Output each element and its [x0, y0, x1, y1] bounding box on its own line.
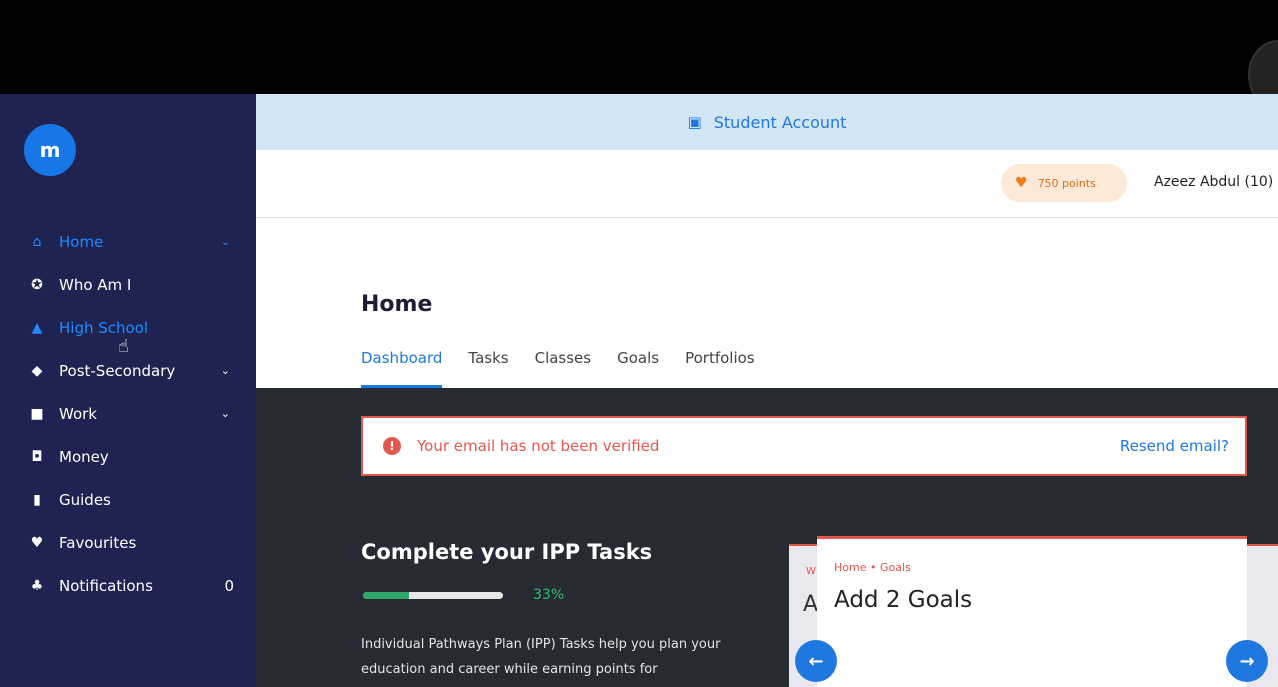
sidebar-item-label: Work	[59, 404, 97, 423]
carousel-next-button[interactable]: →	[1226, 640, 1268, 682]
user-bar: ♥ 750 points Azeez Abdul (10)	[256, 150, 1278, 218]
bell-icon: ♣	[30, 577, 44, 594]
ipp-tasks-title: Complete your IPP Tasks	[361, 540, 653, 564]
chevron-down-icon[interactable]: ⌄	[221, 364, 230, 377]
sidebar-item-notifications[interactable]: ♣ Notifications 0	[0, 564, 256, 607]
hand-cursor-icon: ☝	[118, 336, 129, 357]
briefcase-icon: ■	[30, 405, 44, 422]
points-label: 750 points	[1037, 176, 1096, 190]
sidebar-item-label: High School	[59, 318, 149, 337]
sidebar-item-home[interactable]: ⌂ Home ⌄	[0, 220, 256, 263]
email-verification-alert: ! Your email has not been verified Resen…	[361, 416, 1247, 476]
points-badge[interactable]: ♥ 750 points	[1001, 164, 1127, 202]
warning-icon: !	[383, 437, 401, 455]
chevron-down-icon[interactable]: ⌄	[221, 407, 230, 420]
tab-classes[interactable]: Classes	[535, 349, 592, 388]
alert-message: Your email has not been verified	[417, 437, 660, 455]
money-icon: ◘	[31, 448, 43, 465]
ipp-progress-label: 33%	[533, 587, 565, 603]
sidebar-item-who-am-i[interactable]: ✪ Who Am I	[0, 263, 256, 306]
book-icon: ▮	[33, 491, 41, 508]
card-behind-title: A	[803, 592, 819, 617]
resend-email-link[interactable]: Resend email?	[1120, 437, 1229, 455]
ipp-progress-bar	[363, 592, 503, 599]
top-black-bar	[0, 0, 1278, 110]
ipp-description: Individual Pathways Plan (IPP) Tasks hel…	[361, 637, 721, 677]
arrow-right-icon: →	[1239, 650, 1255, 672]
sidebar-item-label: Guides	[59, 490, 111, 509]
ipp-progress-fill	[363, 592, 410, 599]
arrow-left-icon: ←	[808, 650, 824, 672]
sidebar-item-label: Notifications	[59, 576, 153, 595]
student-account-banner[interactable]: ▣ Student Account	[256, 94, 1278, 150]
user-name[interactable]: Azeez Abdul (10)	[1154, 174, 1273, 190]
sidebar: m ⌂ Home ⌄ ✪ Who Am I ▲ High School ◆ Po…	[0, 94, 256, 687]
heart-icon: ♥	[1015, 175, 1028, 191]
heart-icon: ♥	[30, 534, 44, 551]
tab-goals[interactable]: Goals	[617, 349, 659, 388]
tab-tasks[interactable]: Tasks	[468, 349, 508, 388]
goal-card[interactable]: Home • Goals Add 2 Goals	[817, 536, 1247, 687]
tab-dashboard[interactable]: Dashboard	[361, 349, 443, 388]
bus-icon: ▣	[687, 113, 702, 131]
main-area: ▣ Student Account ♥ 750 points Azeez Abd…	[256, 94, 1278, 687]
school-icon: ▲	[31, 319, 43, 336]
notification-count: 0	[224, 576, 234, 595]
tab-portfolios[interactable]: Portfolios	[685, 349, 755, 388]
card-breadcrumb: Home • Goals	[834, 561, 911, 574]
sidebar-item-label: Post-Secondary	[59, 361, 176, 380]
sidebar-item-label: Who Am I	[59, 275, 132, 294]
page-header: Home Dashboard Tasks Classes Goals Portf…	[256, 218, 1278, 388]
home-icon: ⌂	[32, 233, 42, 250]
dashboard-content: ! Your email has not been verified Resen…	[256, 388, 1278, 687]
card-behind-crumb: W	[806, 566, 816, 577]
carousel-prev-button[interactable]: ←	[795, 640, 837, 682]
banner-label: Student Account	[713, 112, 847, 132]
sidebar-item-guides[interactable]: ▮ Guides	[0, 478, 256, 521]
tab-bar: Dashboard Tasks Classes Goals Portfolios	[361, 349, 781, 388]
compass-icon: ✪	[31, 276, 43, 293]
chevron-down-icon[interactable]: ⌄	[221, 235, 230, 248]
sidebar-item-favourites[interactable]: ♥ Favourites	[0, 521, 256, 564]
page-title: Home	[361, 292, 433, 317]
sidebar-item-money[interactable]: ◘ Money	[0, 435, 256, 478]
sidebar-item-work[interactable]: ■ Work ⌄	[0, 392, 256, 435]
sidebar-nav: ⌂ Home ⌄ ✪ Who Am I ▲ High School ◆ Post…	[0, 220, 256, 607]
logo[interactable]: m	[24, 124, 76, 176]
card-title: Add 2 Goals	[834, 587, 973, 613]
sidebar-item-label: Money	[59, 447, 109, 466]
graduation-cap-icon: ◆	[31, 362, 43, 379]
sidebar-item-label: Favourites	[59, 533, 137, 552]
sidebar-item-label: Home	[59, 232, 104, 251]
